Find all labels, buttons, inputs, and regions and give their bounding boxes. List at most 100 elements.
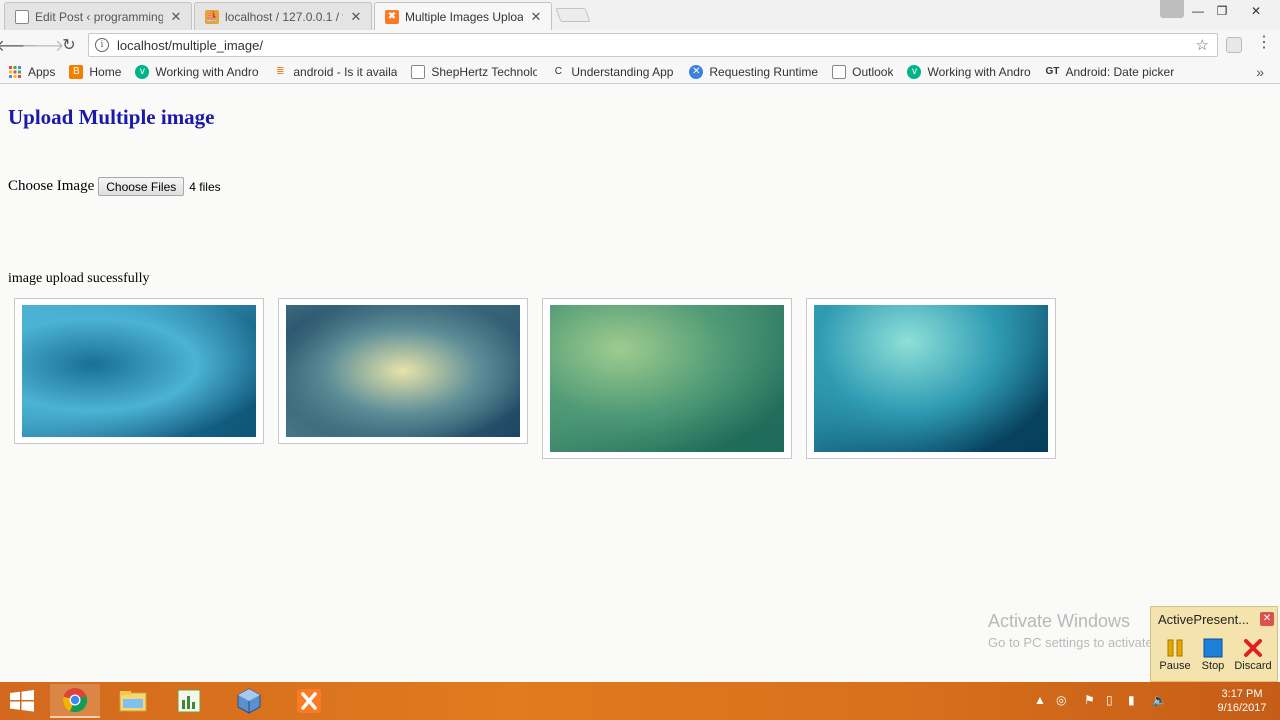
bookmark-understanding-app[interactable]: C Understanding App P — [551, 64, 676, 79]
extension-icon[interactable] — [1226, 37, 1242, 53]
page-icon — [832, 64, 847, 79]
bookmark-working-android-1[interactable]: v Working with Androi — [135, 64, 260, 79]
xampp-icon[interactable] — [284, 684, 334, 718]
tab-title: Multiple Images Upload — [405, 9, 523, 24]
page-icon — [15, 9, 29, 24]
uploaded-image-card — [278, 298, 528, 444]
activepresenter-title: ActivePresent... — [1158, 612, 1250, 627]
bookmark-outlook[interactable]: Outlook — [832, 64, 894, 79]
loading-icon: C — [554, 66, 562, 77]
info-icon[interactable]: i — [95, 38, 109, 52]
x-badge-icon: ✕ — [689, 64, 704, 79]
gt-icon: GT — [1045, 66, 1060, 77]
bookmark-label: ShepHertz Technolo — [431, 64, 538, 79]
close-icon[interactable]: ✕ — [1260, 612, 1274, 626]
pause-label: Pause — [1159, 660, 1191, 672]
page-icon — [411, 64, 426, 79]
bookmark-label: Home — [89, 64, 122, 79]
vine-icon: v — [907, 64, 922, 79]
close-icon[interactable]: ✕ — [169, 9, 183, 25]
choose-image-label: Choose Image — [8, 178, 95, 194]
network-icon[interactable]: ▮ — [1128, 693, 1135, 707]
bookmark-working-android-2[interactable]: v Working with Androi — [907, 64, 1032, 79]
discard-label: Discard — [1234, 660, 1272, 672]
virtualbox-icon[interactable] — [224, 684, 274, 718]
new-tab-button[interactable] — [555, 8, 591, 22]
bookmark-label: Understanding App P — [571, 64, 676, 79]
tab-strip: Edit Post ‹ programming ✕ ⛵ localhost / … — [0, 0, 1280, 30]
close-icon[interactable]: ✕ — [529, 9, 543, 25]
pause-button[interactable]: Pause — [1155, 638, 1195, 672]
tray-expand-icon[interactable]: ▲ — [1034, 693, 1046, 707]
stop-label: Stop — [1201, 660, 1225, 672]
bookmark-label: Apps — [28, 64, 56, 79]
pause-icon — [1165, 638, 1185, 658]
star-icon[interactable]: ☆ — [1196, 36, 1209, 54]
vine-icon: v — [135, 64, 150, 79]
profile-icon[interactable] — [1160, 0, 1184, 18]
bookmarks-overflow-icon[interactable]: » — [1256, 64, 1264, 80]
uploaded-image-card — [14, 298, 264, 444]
bookmark-label: android - Is it availab — [293, 64, 398, 79]
xampp-icon: ✖ — [385, 9, 399, 24]
stop-button[interactable]: Stop — [1193, 638, 1233, 672]
clock-date: 9/16/2017 — [1217, 702, 1267, 714]
tray-app-icon[interactable]: ◎ — [1056, 693, 1066, 707]
uploaded-image-card — [806, 298, 1056, 459]
phpmyadmin-icon: ⛵ — [205, 9, 219, 24]
bookmark-android-available[interactable]: ≣ android - Is it availab — [273, 65, 397, 79]
bookmark-label: Working with Androi — [155, 64, 260, 79]
browser-toolbar: 🡐 🡒 ↻ i localhost/multiple_image/ ☆ — [0, 30, 1280, 60]
bookmark-label: Outlook — [852, 64, 894, 79]
system-clock[interactable]: 3:17 PM 9/16/2017 — [1214, 687, 1270, 715]
chart-app-icon[interactable] — [164, 684, 214, 718]
discard-button[interactable]: Discard — [1233, 638, 1273, 672]
battery-icon[interactable]: ▯ — [1106, 693, 1113, 707]
uploaded-image-1 — [22, 305, 256, 437]
stop-icon — [1203, 638, 1223, 658]
chrome-icon[interactable] — [50, 684, 100, 718]
tab-edit-post[interactable]: Edit Post ‹ programming ✕ — [4, 2, 192, 30]
forward-icon[interactable]: 🡒 — [22, 34, 65, 56]
bookmark-shephertz[interactable]: ShepHertz Technolo — [411, 64, 538, 79]
choose-files-button[interactable]: Choose Files — [98, 177, 185, 196]
discard-icon — [1243, 638, 1263, 658]
clock-time: 3:17 PM — [1221, 688, 1263, 700]
bookmark-requesting-runtime[interactable]: ✕ Requesting Runtime — [689, 64, 819, 79]
file-upload-row: Choose Image Choose Files 4 files — [8, 177, 221, 196]
bookmark-label: Android: Date picker — [1065, 64, 1175, 79]
close-icon[interactable]: ✕ — [349, 9, 363, 25]
reload-icon[interactable]: ↻ — [58, 34, 80, 56]
tab-title: Edit Post ‹ programming — [35, 9, 163, 24]
page-title: Upload Multiple image — [8, 105, 215, 129]
uploaded-image-4 — [814, 305, 1048, 452]
blogger-icon: B — [69, 64, 84, 79]
windows-taskbar: ▲ ◎ ⚑ ▯ ▮ 🔈 3:17 PM 9/16/2017 — [0, 682, 1280, 720]
window-close-icon[interactable]: ✕ — [1242, 0, 1270, 22]
uploaded-image-3 — [550, 305, 784, 452]
file-explorer-icon[interactable] — [108, 684, 158, 718]
menu-icon[interactable]: ⋮ — [1256, 35, 1272, 52]
bookmark-apps[interactable]: Apps — [8, 65, 55, 79]
address-bar[interactable]: i localhost/multiple_image/ ☆ — [88, 33, 1218, 57]
tab-title: localhost / 127.0.0.1 / va — [225, 9, 343, 24]
stackoverflow-icon: ≣ — [276, 66, 285, 77]
volume-icon[interactable]: 🔈 — [1152, 693, 1167, 707]
bookmark-date-picker[interactable]: GT Android: Date picker — [1045, 64, 1175, 79]
bookmark-home[interactable]: B Home — [69, 64, 122, 79]
bookmarks-bar: Apps B Home v Working with Androi ≣ andr… — [0, 60, 1280, 84]
activepresenter-panel: ActivePresent... ✕ Pause Stop Discard — [1150, 606, 1278, 682]
uploaded-image-card — [542, 298, 792, 459]
bookmark-label: Requesting Runtime — [709, 64, 819, 79]
bookmark-label: Working with Androi — [927, 64, 1032, 79]
uploaded-image-2 — [286, 305, 520, 437]
tab-phpmyadmin[interactable]: ⛵ localhost / 127.0.0.1 / va ✕ — [194, 2, 372, 30]
upload-success-message: image upload sucessfully — [8, 271, 150, 286]
files-count: 4 files — [189, 179, 221, 194]
flag-icon[interactable]: ⚑ — [1084, 693, 1095, 707]
restore-icon[interactable]: ❐ — [1208, 0, 1236, 22]
apps-grid-icon — [8, 65, 22, 79]
windows-start-icon[interactable] — [8, 690, 36, 712]
tab-multiple-images-upload[interactable]: ✖ Multiple Images Upload ✕ — [374, 2, 552, 30]
url-text: localhost/multiple_image/ — [117, 37, 263, 53]
